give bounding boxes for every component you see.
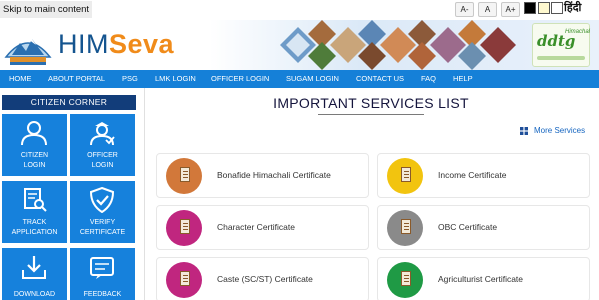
service-card-bonafide[interactable]: Bonafide Himachali Certificate [156,153,369,198]
ddtg-logo-subtext: Himachal [565,29,591,35]
citizen-corner-heading: CITIZEN CORNER [2,95,136,110]
download-icon [22,256,46,279]
certificate-icon [166,210,202,246]
service-card-obc[interactable]: OBC Certificate [377,205,590,250]
font-increase-button[interactable]: A+ [501,2,520,17]
service-label: Character Certificate [217,222,295,232]
feedback-icon [90,257,114,279]
nav-lmk-login[interactable]: LMK LOGIN [155,70,196,88]
certificate-icon [166,262,202,298]
service-card-income[interactable]: Income Certificate [377,153,590,198]
font-normal-button[interactable]: A [478,2,497,17]
certificate-icon [166,158,202,194]
service-card-agriculturist[interactable]: Agriculturist Certificate [377,257,590,300]
more-services-link[interactable]: More Services [534,126,585,136]
grid-icon [520,127,528,135]
verify-certificate-tile[interactable]: VERIFY CERTIFICATE [70,181,135,243]
certificate-icon [387,262,423,298]
service-label: Caste (SC/ST) Certificate [217,274,313,284]
brand-him: HIM [58,29,109,59]
title-underline [318,114,424,115]
citizen-corner-sidebar: CITIZEN CORNER CITIZEN LOGIN OFFICER LOG… [0,88,144,300]
service-card-caste[interactable]: Caste (SC/ST) Certificate [156,257,369,300]
contrast-light-toggle[interactable] [538,2,550,14]
service-label: Agriculturist Certificate [438,274,524,284]
download-tile[interactable]: DOWNLOAD [2,248,67,300]
language-toggle[interactable]: हिंदी [564,1,581,16]
page-title: IMPORTANT SERVICES LIST [273,95,469,111]
nav-psg[interactable]: PSG [122,70,138,88]
certificate-icon [387,210,423,246]
service-label: Income Certificate [438,170,507,180]
high-contrast-dark-toggle[interactable] [524,2,536,14]
font-decrease-button[interactable]: A- [455,2,474,17]
nav-about-portal[interactable]: ABOUT PORTAL [48,70,105,88]
service-label: OBC Certificate [438,222,498,232]
track-application-icon [24,188,47,212]
accessibility-bar: Skip to main content A- A A+ हिंदी [0,0,599,20]
verify-shield-icon [89,187,115,213]
nav-contact-us[interactable]: CONTACT US [356,70,404,88]
certificate-icon [387,158,423,194]
brand-seva: Seva [109,29,175,59]
header-photo-collage [280,20,516,70]
sidebar-divider [144,88,145,300]
nav-faq[interactable]: FAQ [421,70,436,88]
service-card-character[interactable]: Character Certificate [156,205,369,250]
nav-officer-login[interactable]: OFFICER LOGIN [211,70,269,88]
nav-sugam-login[interactable]: SUGAM LOGIN [286,70,339,88]
nav-home[interactable]: HOME [9,70,32,88]
service-label: Bonafide Himachali Certificate [217,170,331,180]
nav-help[interactable]: HELP [453,70,473,88]
citizen-login-tile[interactable]: CITIZEN LOGIN [2,114,67,176]
site-header: HIMSeva ddtg Himachal [0,20,599,70]
officer-user-icon [90,122,115,146]
citizen-user-icon [21,121,47,146]
state-emblem-icon [4,39,52,65]
feedback-tile[interactable]: FEEDBACK [70,248,135,300]
ddtg-logo: ddtg Himachal [532,23,590,67]
skip-to-main-link[interactable]: Skip to main content [0,1,93,18]
himseva-logo[interactable]: HIMSeva [58,28,174,60]
track-application-tile[interactable]: TRACK APPLICATION [2,181,67,243]
officer-login-tile[interactable]: OFFICER LOGIN [70,114,135,176]
contrast-normal-toggle[interactable] [551,2,563,14]
main-nav: HOME ABOUT PORTAL PSG LMK LOGIN OFFICER … [0,70,599,88]
